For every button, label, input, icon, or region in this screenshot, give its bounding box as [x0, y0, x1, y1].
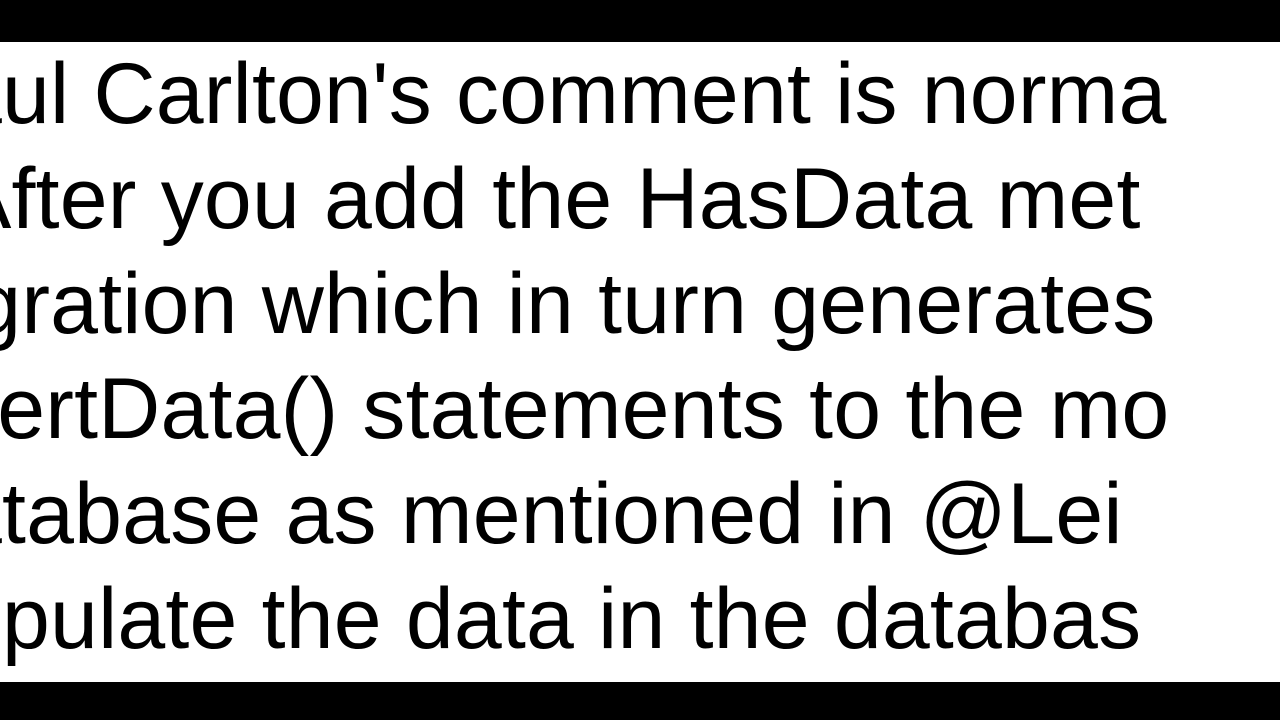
- document-page: aul Carlton's comment is norma After you…: [0, 42, 1280, 682]
- text-line: aul Carlton's comment is norma: [0, 42, 1280, 147]
- text-line: After you add the HasData met: [0, 147, 1280, 252]
- paragraph-text: aul Carlton's comment is norma After you…: [0, 42, 1280, 671]
- text-line: igration which in turn generates: [0, 252, 1280, 357]
- text-line: atabase as mentioned in @Lei: [0, 462, 1280, 567]
- text-line: sertData() statements to the mo: [0, 357, 1280, 462]
- text-line: opulate the data in the databas: [0, 567, 1280, 672]
